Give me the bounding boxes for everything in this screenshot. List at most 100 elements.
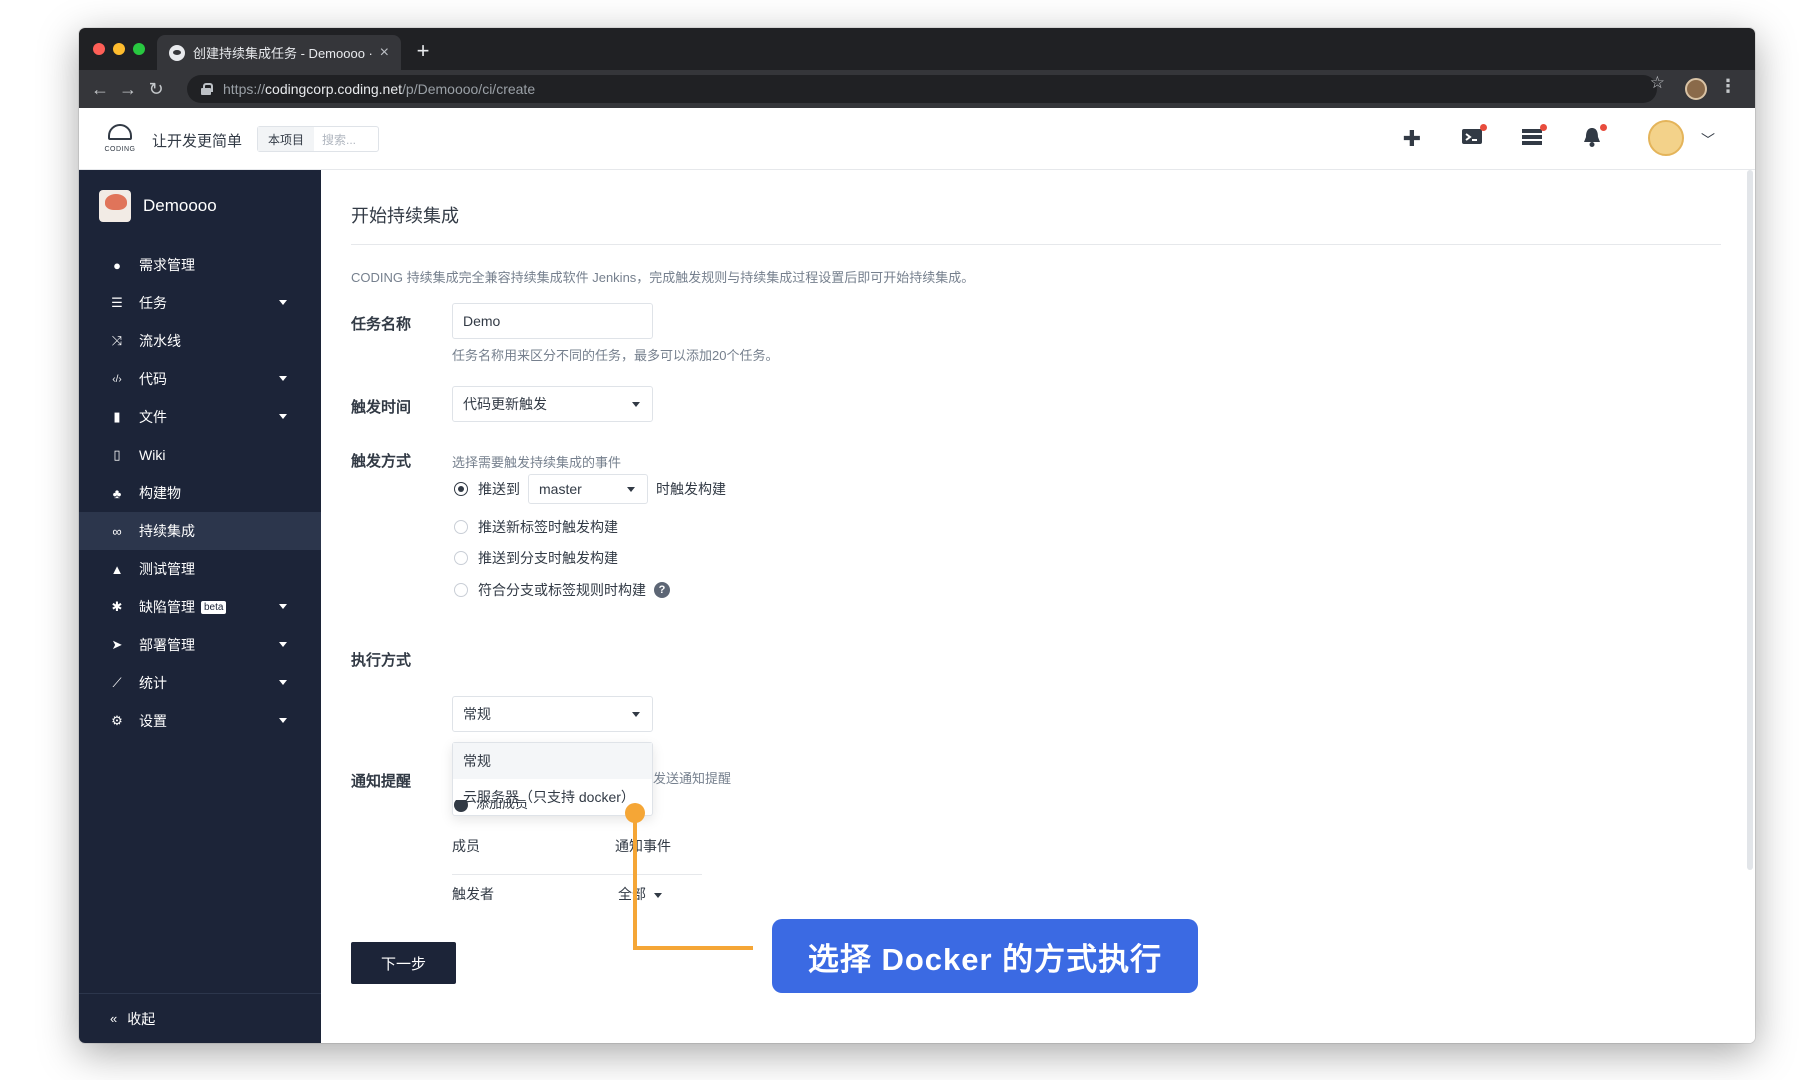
radio-button[interactable] (454, 520, 468, 534)
caret-down-icon (632, 712, 640, 717)
trigger-option-new-tag[interactable]: 推送新标签时触发构建 (454, 517, 618, 537)
scrollbar[interactable] (1745, 170, 1755, 870)
radio-button[interactable] (454, 551, 468, 565)
annotation-callout: 选择 Docker 的方式执行 (772, 919, 1198, 993)
chevron-down-icon[interactable]: ﹀ (1701, 130, 1715, 150)
exec-mode-select[interactable]: 常规 (452, 696, 653, 732)
browser-tabbar: 创建持续集成任务 - Demoooo · × + (79, 28, 1755, 70)
branch-select[interactable]: master (528, 474, 648, 504)
table-header-event: 通知事件 (615, 838, 671, 854)
caret-down-icon (279, 680, 287, 685)
collapse-label: 收起 (127, 1010, 156, 1027)
coding-logo[interactable]: CODING (101, 122, 139, 156)
browser-toolbar: ← → ↻ https://codingcorp.coding.net/p/De… (79, 70, 1755, 108)
slogan: 让开发更简单 (152, 133, 243, 150)
collapse-sidebar-button[interactable]: « 收起 (79, 993, 321, 1043)
trigger-option-push-branch[interactable]: 推送到 master 时触发构建 (454, 474, 726, 504)
beta-badge: beta (201, 600, 227, 614)
caret-down-icon (279, 718, 287, 723)
sidebar-item-label: 设置 (139, 713, 167, 729)
radio-button[interactable] (454, 800, 468, 812)
terminal-icon[interactable] (1459, 124, 1487, 152)
address-bar[interactable]: https://codingcorp.coding.net/p/Demoooo/… (187, 75, 1657, 103)
bug-icon: ✱ (111, 599, 123, 614)
sidebar-menu: ● 需求管理 ☰ 任务 ⤨ 流水线 ‹/› 代码 ▮ 文件 ▯ Wiki ♣ 构建物 ∞ 持续集… (79, 246, 321, 740)
back-button[interactable]: ← (87, 76, 113, 102)
trigger-option-rule[interactable]: 符合分支或标签规则时构建 ? (454, 580, 670, 600)
profile-avatar[interactable] (1685, 78, 1707, 100)
trigger-option-push-any-branch[interactable]: 推送到分支时触发构建 (454, 548, 618, 568)
project-search[interactable]: 本项目 搜索... (257, 126, 379, 152)
plus-icon[interactable]: ✚ (1399, 126, 1425, 152)
close-window-button[interactable] (93, 43, 105, 55)
trigger-option-suffix: 时触发构建 (656, 481, 726, 497)
search-scope[interactable]: 本项目 (258, 127, 315, 151)
add-member-option[interactable]: 添加成员 (454, 800, 528, 812)
search-input[interactable]: 搜索... (314, 131, 356, 148)
next-step-button[interactable]: 下一步 (351, 942, 456, 984)
new-tab-button[interactable]: + (409, 37, 437, 65)
scrollbar-thumb[interactable] (1747, 170, 1753, 870)
bookmark-star-icon[interactable]: ☆ (1650, 73, 1665, 93)
tab-close-icon[interactable]: × (380, 44, 389, 62)
user-avatar[interactable] (1648, 120, 1684, 156)
tasks-icon: ☰ (111, 295, 123, 310)
sidebar-item-code[interactable]: ‹/› 代码 (79, 360, 321, 398)
forward-button[interactable]: → (115, 76, 141, 102)
notify-event-select[interactable]: 全部 (618, 884, 662, 904)
trigger-mode-label: 触发方式 (351, 453, 412, 470)
help-icon[interactable]: ? (654, 582, 670, 598)
reload-button[interactable]: ↻ (143, 76, 169, 102)
callout-line (633, 946, 753, 950)
sidebar-item-stats[interactable]: ⟋ 统计 (79, 664, 321, 702)
sidebar-item-pipeline[interactable]: ⤨ 流水线 (79, 322, 321, 360)
caret-down-icon (627, 487, 635, 492)
sidebar-item-label: Wiki (139, 447, 166, 463)
project-header[interactable]: Demoooo (99, 190, 217, 222)
browser-tab[interactable]: 创建持续集成任务 - Demoooo · × (157, 35, 401, 70)
browser-menu-icon[interactable]: ⋮ (1719, 76, 1737, 97)
trigger-time-select[interactable]: 代码更新触发 (452, 386, 653, 422)
flask-icon: ▲ (110, 561, 124, 577)
page-description: CODING 持续集成完全兼容持续集成软件 Jenkins，完成触发规则与持续集… (351, 270, 975, 285)
sidebar-item-defects[interactable]: ✱ 缺陷管理 beta (79, 588, 321, 626)
branch-value: master (539, 481, 582, 497)
sidebar-item-deploy[interactable]: ➤ 部署管理 (79, 626, 321, 664)
caret-down-icon (632, 402, 640, 407)
sidebar-item-tasks[interactable]: ☰ 任务 (79, 284, 321, 322)
bell-icon[interactable] (1579, 124, 1607, 152)
list-icon[interactable] (1519, 124, 1547, 152)
radio-button[interactable] (454, 482, 468, 496)
sidebar-item-ci[interactable]: ∞ 持续集成 (79, 512, 321, 550)
gear-icon: ⚙ (111, 713, 123, 728)
maximize-window-button[interactable] (133, 43, 145, 55)
sidebar-item-testing[interactable]: ▲ 测试管理 (79, 550, 321, 588)
logo-text: CODING (104, 146, 136, 153)
table-header-member: 成员 (452, 838, 480, 854)
notify-label: 通知提醒 (351, 773, 412, 790)
logo-cap-icon (108, 124, 132, 140)
exec-mode-option-normal[interactable]: 常规 (453, 743, 652, 779)
tab-title: 创建持续集成任务 - Demoooo · (193, 46, 373, 61)
exec-mode-value: 常规 (463, 706, 491, 722)
sidebar-item-artifacts[interactable]: ♣ 构建物 (79, 474, 321, 512)
sidebar-item-settings[interactable]: ⚙ 设置 (79, 702, 321, 740)
rocket-icon: ➤ (111, 637, 123, 652)
sidebar-item-files[interactable]: ▮ 文件 (79, 398, 321, 436)
sidebar-item-requirements[interactable]: ● 需求管理 (79, 246, 321, 284)
sidebar-item-label: 缺陷管理 (139, 599, 195, 615)
task-name-hint: 任务名称用来区分不同的任务，最多可以添加20个任务。 (452, 348, 779, 363)
notification-dot (1480, 124, 1487, 131)
task-name-input[interactable]: Demo (452, 303, 653, 339)
radio-button[interactable] (454, 583, 468, 597)
sidebar-item-label: 文件 (139, 409, 167, 425)
caret-down-icon (279, 300, 287, 305)
trigger-option-label: 推送到分支时触发构建 (478, 550, 618, 566)
minimize-window-button[interactable] (113, 43, 125, 55)
notify-event-value: 全部 (618, 886, 646, 902)
sidebar-item-label: 部署管理 (139, 637, 195, 653)
double-chevron-left-icon: « (110, 1011, 118, 1026)
sidebar-item-wiki[interactable]: ▯ Wiki (79, 436, 321, 474)
sidebar-item-label: 流水线 (139, 333, 181, 349)
project-logo (99, 190, 131, 222)
